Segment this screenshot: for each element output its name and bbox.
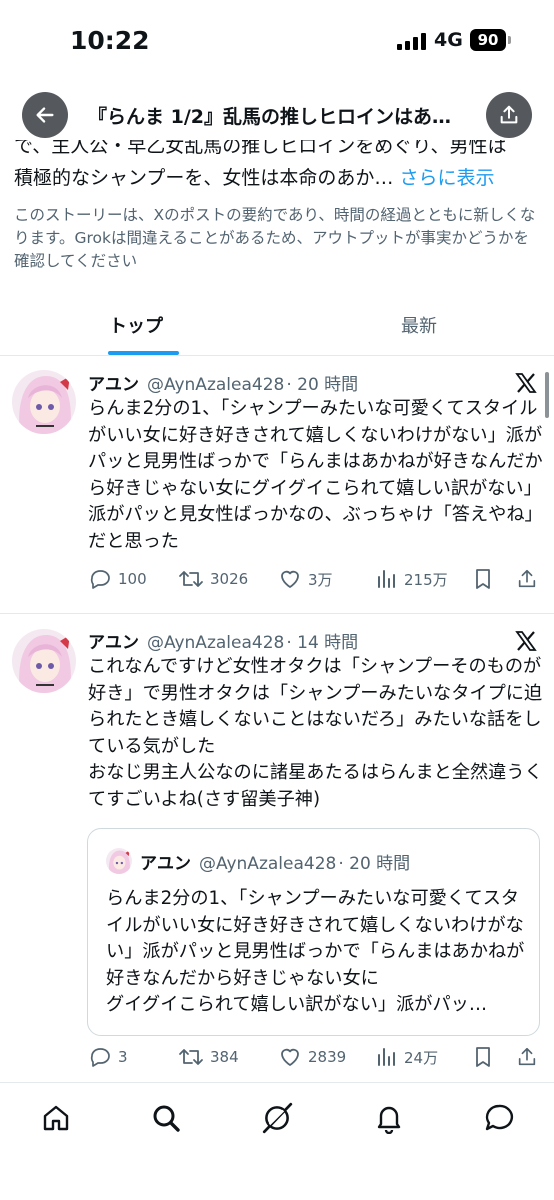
- view-count: 215万: [404, 570, 448, 589]
- author-handle[interactable]: @AynAzalea428: [147, 633, 284, 653]
- top-header: 『らんま 1/2』乱馬の推しヒロインはあ…: [0, 84, 554, 148]
- share-button[interactable]: [486, 92, 532, 138]
- repost-icon: [179, 1049, 203, 1065]
- nav-notifications[interactable]: [371, 1100, 407, 1136]
- battery-icon: 90: [470, 29, 506, 51]
- quoted-text: らんま2分の1、「シャンプーみたいな可愛くてスタイルがいい女に好き好きされて嬉し…: [106, 886, 531, 1019]
- post-header: アユン @AynAzalea428 · 14 時間: [88, 628, 358, 653]
- bookmark-button[interactable]: [472, 1045, 500, 1069]
- bookmark-button[interactable]: [472, 567, 500, 591]
- quoted-avatar: [106, 848, 132, 874]
- nav-grok[interactable]: [259, 1100, 295, 1136]
- author-handle[interactable]: @AynAzalea428: [147, 375, 284, 395]
- reply-icon: [90, 1048, 110, 1067]
- reply-button[interactable]: 100: [88, 567, 147, 591]
- tab-top[interactable]: トップ: [109, 312, 163, 338]
- tab-bar: トップ 最新: [0, 300, 554, 356]
- avatar[interactable]: [12, 370, 76, 434]
- signal-icon: [397, 33, 427, 50]
- status-bar: 10:22 4G 90: [0, 0, 554, 84]
- share-icon: [518, 1047, 536, 1066]
- post-actions: 3 384 2839 24万: [88, 1045, 548, 1075]
- post-time: · 14 時間: [286, 633, 359, 653]
- repost-icon: [179, 571, 203, 587]
- reply-icon: [90, 570, 110, 589]
- post-text: これなんですけど女性オタクは「シャンプーそのものが好き」で男性オタクは「シャンプ…: [88, 656, 543, 810]
- reply-count: 100: [118, 570, 147, 588]
- quoted-author-name: アユン: [140, 854, 191, 874]
- view-count: 24万: [404, 1048, 439, 1067]
- share-post-button[interactable]: [516, 1045, 544, 1069]
- grok-icon: [262, 1102, 293, 1134]
- bookmark-icon: [476, 569, 490, 589]
- nav-messages[interactable]: [481, 1100, 517, 1136]
- author-name[interactable]: アユン: [88, 375, 139, 395]
- show-more-link[interactable]: さらに表示: [399, 167, 494, 189]
- post-actions: 100 3026 3万 215万: [88, 567, 548, 597]
- like-count: 3万: [308, 570, 333, 589]
- like-button[interactable]: 2839: [278, 1045, 346, 1069]
- repost-count: 384: [210, 1048, 239, 1066]
- like-button[interactable]: 3万: [278, 567, 333, 591]
- battery-tip: [508, 36, 511, 44]
- tab-latest[interactable]: 最新: [401, 312, 437, 338]
- heart-icon: [281, 1048, 299, 1066]
- views-button[interactable]: 24万: [376, 1045, 438, 1069]
- home-icon: [43, 1105, 69, 1131]
- quoted-post[interactable]: アユン @AynAzalea428 · 20 時間 らんま2分の1、「シャンプーみた…: [87, 828, 540, 1036]
- share-icon: [518, 569, 536, 588]
- quoted-author-handle: @AynAzalea428: [199, 854, 337, 874]
- quoted-post-time: · 20 時間: [338, 854, 411, 874]
- tab-active-indicator: [108, 351, 179, 355]
- quoted-header: アユン @AynAzalea428 · 20 時間: [140, 849, 410, 874]
- avatar[interactable]: [12, 629, 76, 693]
- analytics-icon: [378, 1048, 395, 1066]
- analytics-icon: [378, 570, 395, 588]
- x-logo-icon: [515, 373, 537, 393]
- like-count: 2839: [308, 1048, 347, 1066]
- bottom-nav: [0, 1082, 554, 1200]
- repost-button[interactable]: 3026: [178, 567, 248, 591]
- views-button[interactable]: 215万: [376, 567, 448, 591]
- share-icon: [500, 105, 518, 124]
- arrow-left-icon: [36, 107, 54, 123]
- repost-count: 3026: [210, 570, 249, 588]
- post-header: アユン @AynAzalea428 · 20 時間: [88, 370, 358, 395]
- author-name[interactable]: アユン: [88, 633, 139, 653]
- nav-home[interactable]: [38, 1100, 74, 1136]
- reply-button[interactable]: 3: [88, 1045, 128, 1069]
- notifications-icon: [377, 1106, 401, 1134]
- search-icon: [153, 1105, 180, 1132]
- quoted-text-last-line: グイグイこられて嬉しい訳がない」派がパッ…: [106, 994, 488, 1016]
- post[interactable]: アユン @AynAzalea428 · 20 時間 らんま2分の1、「シャンプーみた…: [0, 356, 554, 614]
- share-post-button[interactable]: [516, 567, 544, 591]
- x-logo-icon: [515, 631, 537, 651]
- quoted-text-main: らんま2分の1、「シャンプーみたいな可愛くてスタイルがいい女に好き好きされて嬉し…: [106, 888, 525, 989]
- bookmark-icon: [476, 1047, 490, 1067]
- reply-count: 3: [118, 1048, 128, 1066]
- status-time: 10:22: [70, 26, 150, 55]
- page-title: 『らんま 1/2』乱馬の推しヒロインはあ…: [88, 106, 451, 128]
- nav-search[interactable]: [148, 1100, 184, 1136]
- messages-icon: [485, 1104, 514, 1131]
- repost-button[interactable]: 384: [178, 1045, 239, 1069]
- back-button[interactable]: [22, 92, 68, 138]
- scrollbar[interactable]: [545, 372, 549, 418]
- post-time: · 20 時間: [286, 375, 359, 395]
- summary-line: 積極的なシャンプーを、女性は本命のあか… さらに表示: [14, 163, 495, 190]
- post-text: らんま2分の1、「シャンプーみたいな可愛くてスタイルがいい女に好き好きされて嬉し…: [88, 398, 543, 552]
- heart-icon: [281, 570, 299, 588]
- network-type: 4G: [434, 29, 463, 51]
- summary-text: 積極的なシャンプーを、女性は本命のあか…: [14, 167, 394, 189]
- grok-disclaimer: このストーリーは、Xのポストの要約であり、時間の経過とともに新しくなります。Gr…: [14, 206, 536, 270]
